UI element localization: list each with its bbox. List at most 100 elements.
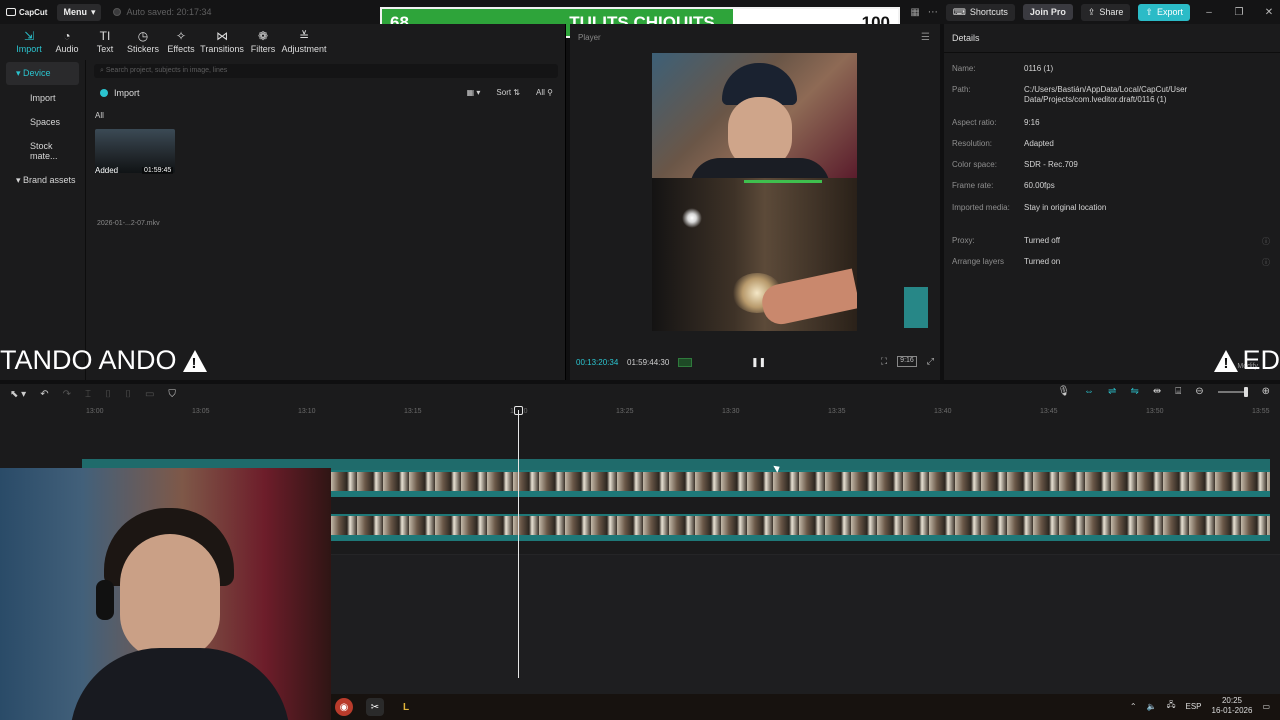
- sidebar-item-stock-mate[interactable]: Stock mate...: [6, 135, 79, 167]
- obs-icon[interactable]: ◉: [335, 698, 353, 716]
- share-icon: ⇪: [1087, 6, 1096, 17]
- clock-time: 20:25: [1221, 696, 1242, 705]
- zoom-slider[interactable]: [1217, 386, 1248, 397]
- tab-audio[interactable]: ◔ Audio: [48, 30, 86, 54]
- layout-icon[interactable]: ▦: [910, 7, 919, 18]
- search-input[interactable]: ⌕ Search project, subjects in image, lin…: [94, 64, 558, 78]
- pause-icon[interactable]: ❚❚: [751, 357, 766, 368]
- chevron-up-icon[interactable]: ⌃: [1130, 702, 1137, 711]
- more-icon[interactable]: ⋯: [928, 7, 938, 18]
- undo-icon[interactable]: ↶: [40, 389, 48, 400]
- player-controls: ⛶ 9:16 ⤢: [881, 356, 934, 367]
- detail-key: Proxy:: [952, 236, 975, 245]
- import-button[interactable]: Import: [100, 88, 140, 98]
- sidebar-item-brand-assets[interactable]: ▾ Brand assets: [6, 169, 79, 192]
- detail-key: Aspect ratio:: [952, 118, 997, 127]
- close-icon[interactable]: ✕: [1258, 7, 1280, 18]
- menu-label: Menu: [63, 7, 87, 17]
- sidebar-item-import[interactable]: Import: [6, 87, 79, 109]
- select-tool-icon[interactable]: ⬉ ▾: [10, 389, 26, 400]
- restore-icon[interactable]: ❐: [1228, 7, 1250, 18]
- sidebar-item-device[interactable]: ▾ Device: [6, 62, 79, 85]
- snap-icon[interactable]: ⇋: [1130, 386, 1138, 397]
- shortcuts-button[interactable]: ⌨ Shortcuts: [945, 3, 1015, 21]
- ruler-tick: 13:10: [298, 408, 316, 415]
- ratio-button[interactable]: 9:16: [897, 356, 917, 367]
- empty-track-area[interactable]: [331, 554, 1280, 694]
- split-screen-icon[interactable]: ⇹: [1153, 386, 1161, 397]
- sort-button[interactable]: Sort ⇅: [496, 88, 520, 97]
- network-icon[interactable]: 🖧: [1167, 699, 1176, 713]
- tab-filters[interactable]: ❁ Filters: [244, 30, 282, 54]
- tab-effects[interactable]: ✧ Effects: [162, 30, 200, 54]
- tab-label: Audio: [55, 44, 79, 54]
- detail-key: Frame rate:: [952, 181, 994, 190]
- filter-all-button[interactable]: All ⚲: [536, 88, 553, 97]
- filter-all-label: All: [536, 88, 545, 97]
- share-button[interactable]: ⇪ Share: [1080, 3, 1131, 21]
- export-button[interactable]: ⇧ Export: [1138, 3, 1190, 21]
- tab-adjustment[interactable]: ≚ Adjustment: [281, 30, 326, 54]
- tab-stickers[interactable]: ◷ Stickers: [124, 30, 162, 54]
- info-icon[interactable]: ⓘ: [1262, 257, 1270, 268]
- video-clip-track-1[interactable]: [331, 470, 1270, 497]
- split-icon[interactable]: ⌶: [85, 389, 91, 400]
- tab-import[interactable]: ⇲ Import: [10, 30, 48, 54]
- tab-label: Stickers: [126, 44, 159, 54]
- tab-label: Transitions: [200, 44, 244, 54]
- microphone-icon[interactable]: 🎙: [1057, 386, 1070, 397]
- detail-value: SDR - Rec.709: [1024, 160, 1078, 169]
- ruler-tick: 13:50: [1146, 408, 1164, 415]
- capcut-icon[interactable]: ✂: [366, 698, 384, 716]
- preview-gameplay-frame: [652, 178, 857, 331]
- media-filters: ▦ ▾ Sort ⇅ All ⚲: [467, 88, 553, 97]
- menu-button[interactable]: Menu ▾: [57, 3, 102, 21]
- system-tray: ⌃ 🔈 🖧 ESP 20:25 16-01-2026 ▭: [1130, 696, 1270, 716]
- keyboard-icon: ⌨: [952, 6, 966, 17]
- preview-axis-icon[interactable]: ⌸: [1175, 386, 1181, 397]
- join-pro-button[interactable]: Join Pro: [1022, 4, 1073, 20]
- language-indicator[interactable]: ESP: [1186, 702, 1202, 711]
- ruler-tick: 13:45: [1040, 408, 1058, 415]
- view-mode-icon[interactable]: ▦ ▾: [467, 88, 481, 97]
- volume-icon[interactable]: 🔈: [1147, 702, 1157, 711]
- split-right-icon[interactable]: ⌷: [125, 389, 131, 400]
- ruler-tick: 13:35: [828, 408, 846, 415]
- marker-icon[interactable]: ⛉: [168, 389, 176, 400]
- video-clip-track-2[interactable]: [331, 514, 1270, 541]
- sidebar-item-spaces[interactable]: Spaces: [6, 111, 79, 133]
- clock[interactable]: 20:25 16-01-2026: [1212, 696, 1253, 716]
- detail-value: 9:16: [1024, 118, 1040, 127]
- overlay-left-label: TANDO ANDO: [0, 345, 177, 375]
- detail-key: Color space:: [952, 160, 997, 169]
- tab-label: Effects: [167, 44, 195, 54]
- tab-label: Import: [16, 44, 42, 54]
- fit-icon[interactable]: ⛶: [881, 356, 887, 367]
- detail-key: Imported media:: [952, 203, 1010, 212]
- delete-icon[interactable]: ▭: [145, 389, 154, 400]
- link-icon[interactable]: ⇔: [1084, 386, 1094, 397]
- zoom-slider-knob[interactable]: [1243, 386, 1248, 397]
- tab-text[interactable]: TI Text: [86, 30, 124, 54]
- info-icon[interactable]: ⓘ: [1262, 236, 1270, 247]
- zoom-out-icon[interactable]: ⊖: [1195, 386, 1203, 397]
- menu-icon[interactable]: ☰: [921, 32, 930, 43]
- zoom-in-icon[interactable]: ⊕: [1262, 386, 1270, 397]
- league-icon[interactable]: L: [397, 698, 415, 716]
- time-ruler[interactable]: 13:0013:0513:1013:1513:2013:2513:3013:35…: [82, 404, 1280, 418]
- tab-transitions[interactable]: ⋈ Transitions: [200, 30, 244, 54]
- taskbar-apps: ◉ ✂ L: [335, 698, 415, 716]
- player-title: Player: [578, 33, 601, 42]
- playhead[interactable]: [518, 410, 519, 678]
- fullscreen-icon[interactable]: ⤢: [927, 356, 934, 367]
- minimize-icon[interactable]: –: [1198, 7, 1220, 18]
- magnet-icon[interactable]: ⇌: [1108, 386, 1116, 397]
- ruler-tick: 13:55: [1252, 408, 1270, 415]
- notifications-icon[interactable]: ▭: [1262, 702, 1270, 711]
- detail-value[interactable]: Turned on: [1024, 257, 1264, 267]
- split-left-icon[interactable]: ⌷: [105, 389, 111, 400]
- detail-value[interactable]: Turned off: [1024, 236, 1264, 246]
- redo-icon[interactable]: ↷: [63, 389, 71, 400]
- warning-icon: [182, 350, 207, 372]
- media-duration: 01:59:45: [142, 167, 174, 174]
